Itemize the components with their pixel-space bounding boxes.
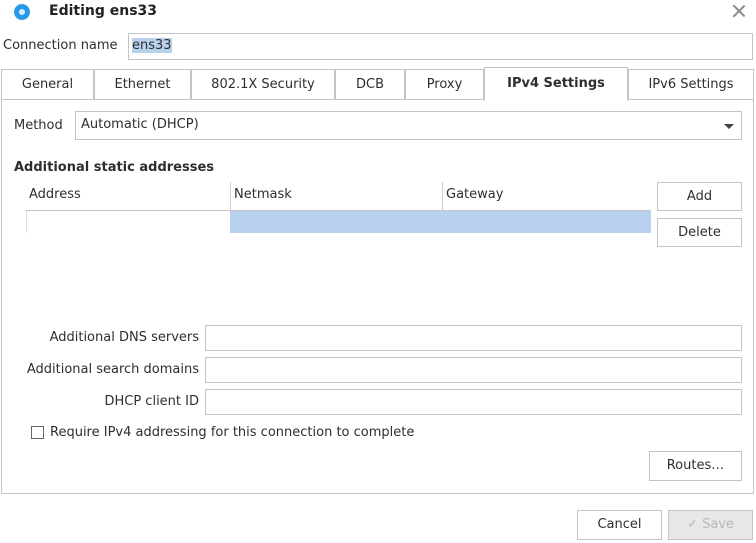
delete-address-button[interactable]: Delete	[657, 218, 742, 247]
search-domains-input[interactable]	[205, 357, 742, 383]
column-header-netmask[interactable]: Netmask	[230, 182, 442, 210]
search-domains-label: Additional search domains	[26, 362, 199, 377]
method-label: Method	[14, 118, 63, 133]
tab-general[interactable]: General	[1, 69, 94, 100]
dns-servers-label: Additional DNS servers	[49, 330, 199, 345]
tab-ipv6-settings[interactable]: IPv6 Settings	[628, 69, 754, 100]
cancel-button[interactable]: Cancel	[577, 510, 662, 540]
chevron-down-icon	[724, 124, 734, 129]
netmask-gateway-cell-selected[interactable]	[230, 211, 651, 233]
connection-name-value: ens33	[132, 38, 172, 53]
dhcp-client-id-label: DHCP client ID	[104, 394, 199, 409]
dhcp-client-id-input[interactable]	[205, 389, 742, 415]
tab-dcb[interactable]: DCB	[335, 69, 405, 100]
dns-servers-input[interactable]	[205, 325, 742, 351]
require-ipv4-checkbox[interactable]	[31, 426, 44, 439]
column-header-gateway[interactable]: Gateway	[442, 182, 651, 210]
save-label: Save	[702, 517, 734, 532]
connection-name-input[interactable]: ens33	[128, 33, 753, 60]
routes-button[interactable]: Routes…	[649, 451, 742, 481]
add-address-button[interactable]: Add	[657, 182, 742, 211]
tab-ipv4-settings[interactable]: IPv4 Settings	[484, 67, 628, 101]
static-addresses-title: Additional static addresses	[14, 160, 215, 175]
address-cell[interactable]	[26, 211, 231, 233]
static-addresses-table: Address Netmask Gateway	[26, 182, 651, 234]
method-select[interactable]: Automatic (DHCP)	[75, 111, 742, 140]
tab-proxy[interactable]: Proxy	[405, 69, 484, 100]
save-button[interactable]: ✓ Save	[668, 510, 753, 540]
require-ipv4-label[interactable]: Require IPv4 addressing for this connect…	[50, 425, 414, 440]
connection-name-label: Connection name	[3, 38, 118, 53]
window-title: Editing ens33	[49, 3, 158, 19]
column-header-address[interactable]: Address	[26, 182, 230, 210]
table-row[interactable]	[26, 210, 651, 233]
tab-ethernet[interactable]: Ethernet	[94, 69, 191, 100]
method-value: Automatic (DHCP)	[81, 117, 199, 132]
network-settings-icon	[14, 4, 30, 20]
tab-8021x-security[interactable]: 802.1X Security	[191, 69, 335, 100]
close-icon[interactable]	[732, 4, 746, 18]
tab-bar: General Ethernet 802.1X Security DCB Pro…	[1, 67, 754, 101]
checkmark-icon: ✓	[687, 517, 698, 532]
